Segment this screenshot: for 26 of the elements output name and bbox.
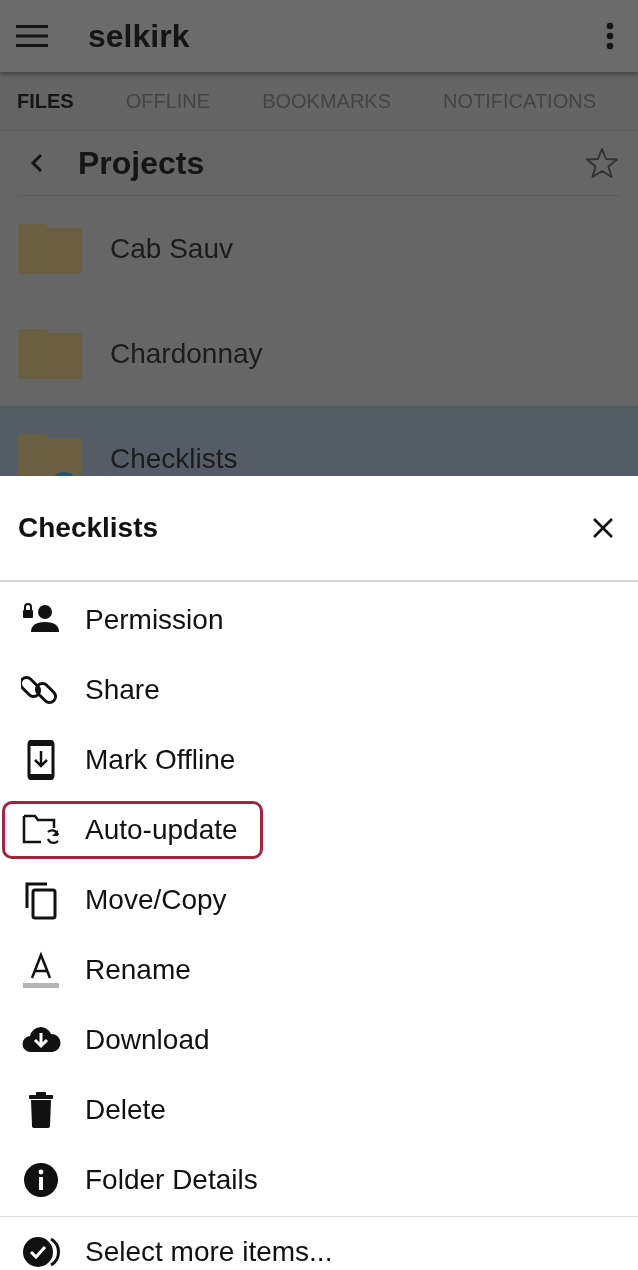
folder-name: Checklists	[110, 442, 238, 475]
menu-item[interactable]: Download	[2, 1011, 235, 1069]
menu-item[interactable]: Delete	[2, 1081, 191, 1139]
menu-item[interactable]: Share	[2, 661, 185, 719]
folder-icon	[18, 223, 82, 274]
menu-icon[interactable]	[16, 25, 48, 47]
menu-item[interactable]: Permission	[2, 591, 249, 649]
folder-title: Projects	[78, 144, 206, 182]
menu-item[interactable]: Rename	[2, 941, 216, 999]
menu-item[interactable]: Select more items...	[2, 1223, 358, 1270]
menu-item[interactable]: Mark Offline	[2, 731, 261, 789]
folder-name: Cab Sauv	[110, 232, 233, 265]
close-icon[interactable]	[592, 517, 614, 539]
menu-item[interactable]: Folder Details	[2, 1151, 283, 1209]
back-icon[interactable]	[30, 153, 44, 173]
folder-icon	[18, 433, 82, 476]
menu-item[interactable]: Auto-update	[2, 801, 263, 859]
more-options-icon[interactable]	[606, 22, 614, 50]
sheet-title: Checklists	[18, 512, 160, 544]
info-icon	[21, 1160, 61, 1200]
folder-name: Chardonnay	[110, 337, 263, 370]
star-icon[interactable]	[586, 147, 618, 179]
menu-item[interactable]: Move/Copy	[2, 871, 252, 929]
app-title: selkirk	[88, 17, 191, 55]
folder-icon	[18, 328, 82, 379]
text-format-icon	[21, 950, 61, 990]
